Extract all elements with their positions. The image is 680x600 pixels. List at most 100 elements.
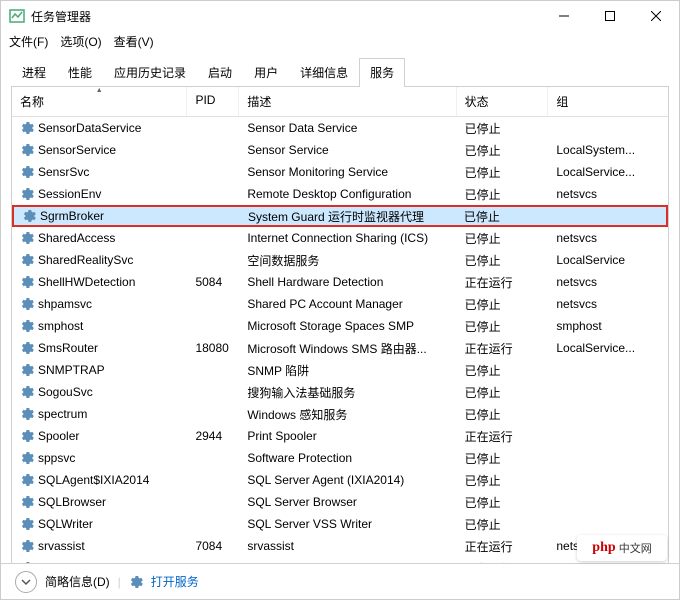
menu-options[interactable]: 选项(O) [60,33,101,50]
table-row[interactable]: SgrmBrokerSystem Guard 运行时监视器代理已停止 [12,205,668,227]
col-status[interactable]: 状态 [457,87,549,116]
cell-desc: 空间数据服务 [239,250,456,271]
tab-0[interactable]: 进程 [11,58,57,86]
cell-status: 已停止 [457,470,549,491]
cell-pid: 7084 [187,537,239,555]
cell-name: SgrmBroker [14,207,188,225]
table-row[interactable]: sppsvc Software Protection已停止 [12,447,668,469]
service-icon [20,385,34,399]
cell-status: 已停止 [457,448,549,469]
table-row[interactable]: SogouSvc 搜狗输入法基础服务已停止 [12,381,668,403]
cell-status: 正在运行 [457,338,549,359]
cell-desc: SQL Server Agent (IXIA2014) [239,471,456,489]
tab-1[interactable]: 性能 [57,58,103,86]
maximize-button[interactable] [587,1,633,31]
cell-group [548,368,668,372]
cell-name: SensrSvc [12,163,187,181]
cell-pid: 5084 [187,273,239,291]
close-button[interactable] [633,1,679,31]
table-row[interactable]: SensorServiceSensor Service已停止LocalSyste… [12,139,668,161]
table-row[interactable]: smphostMicrosoft Storage Spaces SMP已停止sm… [12,315,668,337]
tab-6[interactable]: 服务 [359,58,405,86]
service-icon [20,539,34,553]
cell-pid: 2944 [187,427,239,445]
cell-status: 已停止 [457,294,549,315]
table-row[interactable]: SharedAccessInternet Connection Sharing … [12,227,668,249]
tab-2[interactable]: 应用历史记录 [103,58,197,86]
cell-desc: SNMP 陷阱 [239,360,456,381]
cell-name: smphost [12,317,187,335]
cell-desc: Shared PC Account Manager [239,295,456,313]
table-row[interactable]: SQLWriterSQL Server VSS Writer已停止 [12,513,668,535]
col-desc[interactable]: 描述 [239,87,456,116]
cell-desc: Sensor Service [239,141,456,159]
tabs: 进程性能应用历史记录启动用户详细信息服务 [11,58,669,87]
cell-pid [187,368,239,372]
cell-name: Spooler [12,427,187,445]
cell-status: 已停止 [457,250,549,271]
collapse-button[interactable] [15,571,37,593]
table-row[interactable]: SharedRealitySvc空间数据服务已停止LocalService [12,249,668,271]
service-icon [20,407,34,421]
table-row[interactable]: SensorDataServiceSensor Data Service已停止 [12,117,668,139]
service-icon [20,319,34,333]
cell-name: SQLWriter [12,515,187,533]
table-row[interactable]: ShellHWDetection5084Shell Hardware Detec… [12,271,668,293]
cell-group: LocalService [548,251,668,269]
cell-name: SogouSvc [12,383,187,401]
table-row[interactable]: Spooler2944Print Spooler正在运行 [12,425,668,447]
col-name[interactable]: 名称 [12,87,187,116]
table-row[interactable]: shpamsvcShared PC Account Manager已停止nets… [12,293,668,315]
cell-desc: srvassist [239,537,456,555]
table-row[interactable]: SNMPTRAPSNMP 陷阱已停止 [12,359,668,381]
cell-status: 正在运行 [457,536,549,557]
brief-info-link[interactable]: 简略信息(D) [45,573,110,590]
cell-pid [187,500,239,504]
table-row[interactable]: SmsRouter18080Microsoft Windows SMS 路由器.… [12,337,668,359]
cell-name: SensorDataService [12,119,187,137]
col-pid[interactable]: PID [187,87,239,116]
cell-name: ShellHWDetection [12,273,187,291]
col-group[interactable]: 组 [548,87,668,116]
cell-status: 已停止 [457,228,549,249]
cell-status: 已停止 [457,184,549,205]
cell-desc: Software Protection [239,449,456,467]
table-row[interactable]: SessionEnvRemote Desktop Configuration已停… [12,183,668,205]
table-row[interactable]: SensrSvcSensor Monitoring Service已停止Loca… [12,161,668,183]
open-services-link[interactable]: 打开服务 [151,573,199,590]
cell-group [548,456,668,460]
cell-desc: Internet Connection Sharing (ICS) [239,229,456,247]
cell-name: sppsvc [12,449,187,467]
cell-status: 已停止 [457,382,549,403]
service-icon [20,165,34,179]
menu-file[interactable]: 文件(F) [9,33,48,50]
table-row[interactable]: SQLAgent$IXIA2014SQL Server Agent (IXIA2… [12,469,668,491]
service-icon [20,473,34,487]
cell-pid: 18080 [187,339,239,357]
cell-name: SessionEnv [12,185,187,203]
cell-pid [188,214,240,218]
chevron-down-icon [21,577,31,587]
tab-3[interactable]: 启动 [197,58,243,86]
menubar: 文件(F) 选项(O) 查看(V) [1,31,679,52]
table-row[interactable]: SQLBrowserSQL Server Browser已停止 [12,491,668,513]
cell-status: 正在运行 [457,272,549,293]
cell-group [548,478,668,482]
cell-pid [187,390,239,394]
tab-5[interactable]: 详细信息 [289,58,359,86]
cell-name: spectrum [12,405,187,423]
menu-view[interactable]: 查看(V) [114,33,154,50]
cell-desc: System Guard 运行时监视器代理 [240,206,456,227]
minimize-button[interactable] [541,1,587,31]
cell-group [547,214,666,218]
cell-desc: 搜狗输入法基础服务 [239,382,456,403]
service-icon [20,187,34,201]
watermark: php 中文网 [577,535,667,561]
services-table: 名称 PID 描述 状态 组 SensorDataServiceSensor D… [11,87,669,567]
table-row[interactable]: srvassist7084srvassist正在运行netsvcs [12,535,668,557]
tab-4[interactable]: 用户 [243,58,289,86]
table-row[interactable]: spectrumWindows 感知服务已停止 [12,403,668,425]
cell-group: netsvcs [548,185,668,203]
cell-group: LocalSystem... [548,141,668,159]
cell-desc: Microsoft Windows SMS 路由器... [239,338,456,359]
